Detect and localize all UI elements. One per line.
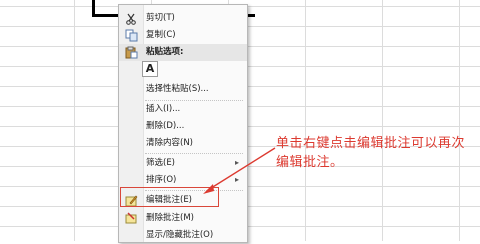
annotation-text: 单击右键点击编辑批注可以再次编辑批注。 xyxy=(276,136,466,170)
annotation-arrow xyxy=(203,147,276,194)
